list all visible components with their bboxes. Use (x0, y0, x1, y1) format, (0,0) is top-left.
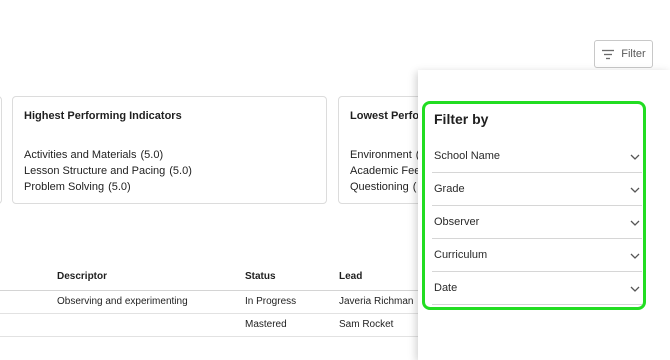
chevron-down-icon (630, 279, 642, 297)
descriptor-cell: Observing and experimenting (57, 296, 188, 307)
indicator-list: Activities and Materials (5.0) Lesson Str… (24, 147, 192, 195)
filter-button[interactable]: Filter (594, 40, 653, 68)
filter-option-label: School Name (434, 150, 501, 162)
status-cell: In Progress (245, 296, 297, 307)
partial-card (0, 96, 2, 204)
filter-lines-icon (601, 49, 615, 60)
chevron-down-icon (630, 213, 642, 231)
filter-button-label: Filter (621, 48, 646, 60)
chevron-down-icon (630, 180, 642, 198)
table-row[interactable]: Observing and experimenting In Progress … (0, 291, 420, 314)
filter-option-label: Curriculum (434, 249, 488, 261)
filter-school-name[interactable]: School Name (432, 140, 642, 173)
filter-date[interactable]: Date (432, 272, 642, 305)
filter-observer[interactable]: Observer (432, 206, 642, 239)
column-header-descriptor[interactable]: Descriptor (57, 271, 107, 282)
highest-indicators-card: Highest Performing Indicators Activities… (12, 96, 327, 204)
lead-cell: Sam Rocket (339, 319, 394, 330)
filter-curriculum[interactable]: Curriculum (432, 239, 642, 272)
list-item: Activities and Materials (5.0) (24, 149, 164, 161)
list-item: Problem Solving (5.0) (24, 181, 131, 193)
descriptor-table: Descriptor Status Lead Observing and exp… (0, 262, 420, 337)
column-header-lead[interactable]: Lead (339, 271, 362, 282)
chevron-down-icon (630, 246, 642, 264)
filter-panel-title: Filter by (434, 111, 489, 127)
card-title: Lowest Perfor (350, 110, 424, 122)
filter-option-label: Observer (434, 216, 480, 228)
filter-option-label: Grade (434, 183, 465, 195)
status-cell: Mastered (245, 319, 287, 330)
lead-cell: Javeria Richman (339, 296, 414, 307)
chevron-down-icon (630, 147, 642, 165)
filter-panel: Filter by School Name Grade Observer Cur… (418, 70, 670, 360)
column-header-status[interactable]: Status (245, 271, 276, 282)
list-item: Lesson Structure and Pacing (5.0) (24, 165, 192, 177)
table-row[interactable]: Mastered Sam Rocket (0, 314, 420, 337)
card-title: Highest Performing Indicators (24, 110, 182, 122)
filter-grade[interactable]: Grade (432, 173, 642, 206)
table-header: Descriptor Status Lead (0, 262, 420, 291)
filter-option-label: Date (434, 282, 458, 294)
